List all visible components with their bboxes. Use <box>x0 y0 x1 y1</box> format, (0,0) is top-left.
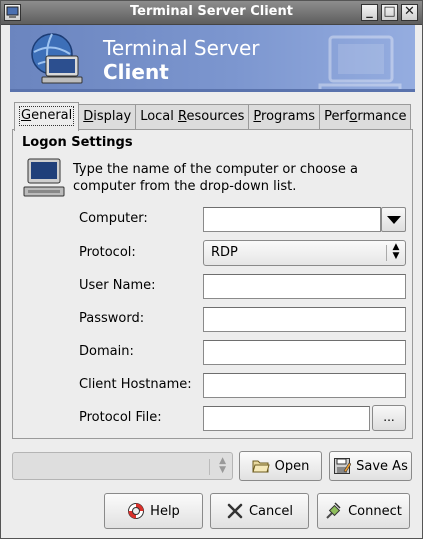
protocol-file-label: Protocol File: <box>79 410 162 425</box>
general-page: Logon Settings Type the name of the comp… <box>12 129 413 439</box>
domain-label: Domain: <box>79 344 134 359</box>
updown-arrows-icon: ▲ ▼ <box>219 456 226 475</box>
computer-icon <box>23 158 65 197</box>
banner-title-line1: Terminal Server <box>103 36 260 60</box>
open-button[interactable]: Open <box>239 451 322 481</box>
maximize-icon[interactable]: □ <box>381 4 398 21</box>
domain-input[interactable] <box>203 340 406 365</box>
logon-settings-heading: Logon Settings <box>22 135 133 150</box>
tab-local-resources[interactable]: Local Resources <box>135 104 250 130</box>
tab-bar: General Display Local Resources Programs… <box>14 102 412 131</box>
help-button[interactable]: Help <box>104 493 203 529</box>
close-icon[interactable]: ✕ <box>401 4 418 21</box>
banner-title-line2: Client <box>103 60 169 84</box>
cancel-button[interactable]: Cancel <box>210 493 309 529</box>
user-name-input[interactable] <box>203 274 406 299</box>
cancel-button-label: Cancel <box>248 503 294 519</box>
updown-arrows-icon: ▲ ▼ <box>392 242 400 261</box>
save-as-button[interactable]: Save As <box>329 451 412 481</box>
user-name-label: User Name: <box>79 278 156 293</box>
select-separator <box>209 459 210 475</box>
header-banner: Terminal Server Client <box>10 25 415 92</box>
protocol-value: RDP <box>211 245 238 260</box>
computer-input[interactable] <box>203 207 381 232</box>
folder-open-icon <box>251 460 270 473</box>
open-button-label: Open <box>274 458 310 474</box>
help-button-label: Help <box>150 503 180 519</box>
minimize-icon[interactable]: _ <box>361 4 378 21</box>
client-hostname-input[interactable] <box>203 373 406 398</box>
tab-programs[interactable]: Programs <box>248 104 321 130</box>
chevron-down-icon <box>387 216 401 224</box>
profile-combo[interactable]: ▲ ▼ <box>12 452 233 480</box>
protocol-file-input[interactable] <box>203 406 370 431</box>
window-title: Terminal Server Client <box>130 4 293 19</box>
password-label: Password: <box>79 311 145 326</box>
select-separator <box>386 245 387 261</box>
save-as-button-label: Save As <box>356 458 408 474</box>
computer-dropdown-button[interactable] <box>381 207 406 232</box>
settings-notebook: General Display Local Resources Programs… <box>12 102 413 439</box>
tab-general[interactable]: General <box>14 102 80 131</box>
main-window: Terminal Server Client _ □ ✕ Terminal Se… <box>0 0 423 539</box>
protocol-select[interactable]: RDP ▲ ▼ <box>203 240 406 266</box>
plug-connect-icon <box>326 502 341 519</box>
tab-display[interactable]: Display <box>78 104 137 130</box>
password-input[interactable] <box>203 307 406 332</box>
protocol-label: Protocol: <box>79 245 136 260</box>
help-text: Type the name of the computer or choose … <box>73 162 359 194</box>
globe-computer-icon <box>31 33 83 84</box>
client-hostname-label: Client Hostname: <box>79 377 192 392</box>
lifebuoy-icon <box>128 503 145 519</box>
save-as-icon <box>334 458 352 474</box>
computer-label: Computer: <box>79 211 148 226</box>
banner-monitor-watermark-icon <box>318 35 402 89</box>
tab-performance[interactable]: Performance <box>319 104 412 130</box>
banner-title: Terminal Server Client <box>103 36 259 84</box>
browse-button[interactable]: ... <box>372 405 406 431</box>
connect-button-label: Connect <box>348 503 402 519</box>
connect-button[interactable]: Connect <box>317 493 410 529</box>
cancel-x-icon <box>227 503 243 519</box>
title-bar[interactable]: Terminal Server Client _ □ ✕ <box>1 1 422 25</box>
